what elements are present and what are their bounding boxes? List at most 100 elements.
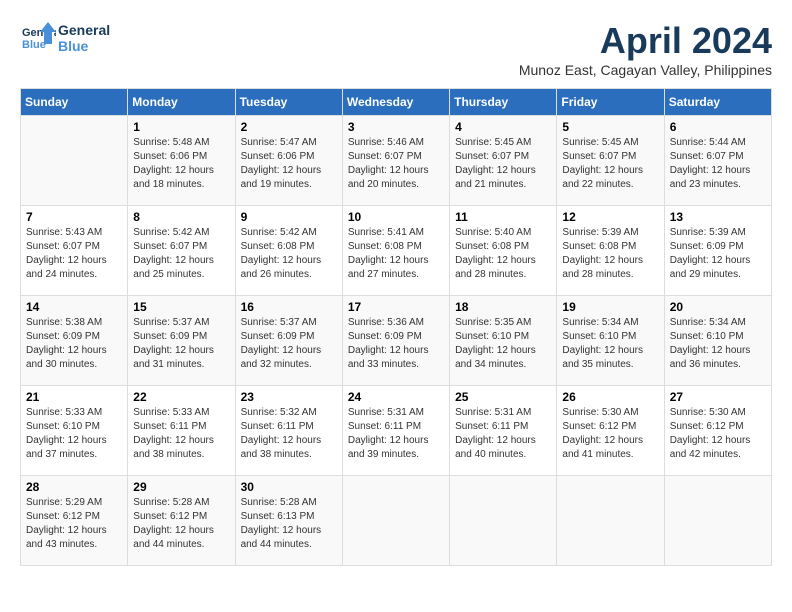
day-info: Sunrise: 5:34 AMSunset: 6:10 PMDaylight:… — [670, 316, 766, 372]
day-info: Sunrise: 5:36 AMSunset: 6:09 PMDaylight:… — [348, 316, 444, 372]
day-info: Sunrise: 5:33 AMSunset: 6:10 PMDaylight:… — [26, 406, 122, 462]
logo-icon: General Blue — [20, 20, 56, 56]
calendar-cell: 22Sunrise: 5:33 AMSunset: 6:11 PMDayligh… — [128, 386, 235, 476]
calendar-cell: 10 Sunrise: 5:41 AMSunset: 6:08 PMDayligh… — [342, 206, 449, 296]
day-info: Sunrise: 5:32 AMSunset: 6:11 PMDaylight:… — [241, 406, 337, 462]
calendar-cell: 30 Sunrise: 5:28 AMSunset: 6:13 PMDayligh… — [235, 476, 342, 566]
day-number: 7 — [26, 210, 122, 224]
calendar-cell: 8 Sunrise: 5:42 AMSunset: 6:07 PMDaylight… — [128, 206, 235, 296]
week-row: 7Sunrise: 5:43 AMSunset: 6:07 PMDaylight… — [21, 206, 772, 296]
day-number: 8 — [133, 210, 229, 224]
day-info: Sunrise: 5:37 AMSunset: 6:09 PMDaylight:… — [241, 316, 337, 372]
day-info: Sunrise: 5:37 AMSunset: 6:09 PMDaylight:… — [133, 316, 229, 372]
calendar-cell: 11Sunrise: 5:40 AMSunset: 6:08 PMDayligh… — [450, 206, 557, 296]
day-info: Sunrise: 5:30 AMSunset: 6:12 PMDaylight:… — [562, 406, 658, 462]
calendar-cell: 16 Sunrise: 5:37 AMSunset: 6:09 PMDayligh… — [235, 296, 342, 386]
calendar-cell: 29 Sunrise: 5:28 AMSunset: 6:12 PMDayligh… — [128, 476, 235, 566]
day-number: 21 — [26, 390, 122, 404]
weekday-header-friday: Friday — [557, 89, 664, 116]
weekday-header-sunday: Sunday — [21, 89, 128, 116]
day-info: Sunrise: 5:28 AMSunset: 6:12 PMDaylight:… — [133, 496, 229, 552]
calendar-cell: 23 Sunrise: 5:32 AMSunset: 6:11 PMDayligh… — [235, 386, 342, 476]
day-info: Sunrise: 5:42 AMSunset: 6:07 PMDaylight:… — [133, 226, 229, 282]
calendar-cell: 28Sunrise: 5:29 AMSunset: 6:12 PMDayligh… — [21, 476, 128, 566]
calendar-cell: 1 Sunrise: 5:48 AMSunset: 6:06 PMDaylight… — [128, 116, 235, 206]
logo-text-general: General — [58, 22, 110, 38]
day-number: 19 — [562, 300, 658, 314]
calendar-cell: 27 Sunrise: 5:30 AMSunset: 6:12 PMDayligh… — [664, 386, 771, 476]
calendar-cell — [664, 476, 771, 566]
day-info: Sunrise: 5:29 AMSunset: 6:12 PMDaylight:… — [26, 496, 122, 552]
calendar-cell: 26 Sunrise: 5:30 AMSunset: 6:12 PMDayligh… — [557, 386, 664, 476]
calendar-cell — [342, 476, 449, 566]
day-number: 13 — [670, 210, 766, 224]
day-info: Sunrise: 5:46 AMSunset: 6:07 PMDaylight:… — [348, 136, 444, 192]
day-number: 16 — [241, 300, 337, 314]
calendar-cell: 20 Sunrise: 5:34 AMSunset: 6:10 PMDayligh… — [664, 296, 771, 386]
calendar-cell: 13 Sunrise: 5:39 AMSunset: 6:09 PMDayligh… — [664, 206, 771, 296]
calendar-cell: 25Sunrise: 5:31 AMSunset: 6:11 PMDayligh… — [450, 386, 557, 476]
day-info: Sunrise: 5:28 AMSunset: 6:13 PMDaylight:… — [241, 496, 337, 552]
week-row: 28Sunrise: 5:29 AMSunset: 6:12 PMDayligh… — [21, 476, 772, 566]
day-number: 27 — [670, 390, 766, 404]
day-number: 14 — [26, 300, 122, 314]
calendar-cell: 9Sunrise: 5:42 AMSunset: 6:08 PMDaylight… — [235, 206, 342, 296]
day-info: Sunrise: 5:34 AMSunset: 6:10 PMDaylight:… — [562, 316, 658, 372]
day-info: Sunrise: 5:39 AMSunset: 6:09 PMDaylight:… — [670, 226, 766, 282]
day-number: 15 — [133, 300, 229, 314]
calendar-cell: 3Sunrise: 5:46 AMSunset: 6:07 PMDaylight… — [342, 116, 449, 206]
week-row: 14 Sunrise: 5:38 AMSunset: 6:09 PMDayligh… — [21, 296, 772, 386]
day-info: Sunrise: 5:45 AMSunset: 6:07 PMDaylight:… — [455, 136, 551, 192]
title-area: April 2024 Munoz East, Cagayan Valley, P… — [519, 20, 772, 78]
weekday-header-thursday: Thursday — [450, 89, 557, 116]
day-number: 29 — [133, 480, 229, 494]
weekday-header-wednesday: Wednesday — [342, 89, 449, 116]
calendar-header-row: SundayMondayTuesdayWednesdayThursdayFrid… — [21, 89, 772, 116]
week-row: 1 Sunrise: 5:48 AMSunset: 6:06 PMDaylight… — [21, 116, 772, 206]
day-number: 25 — [455, 390, 551, 404]
calendar-cell: 5 Sunrise: 5:45 AMSunset: 6:07 PMDaylight… — [557, 116, 664, 206]
day-number: 18 — [455, 300, 551, 314]
day-number: 17 — [348, 300, 444, 314]
calendar-cell: 14 Sunrise: 5:38 AMSunset: 6:09 PMDayligh… — [21, 296, 128, 386]
day-info: Sunrise: 5:40 AMSunset: 6:08 PMDaylight:… — [455, 226, 551, 282]
day-info: Sunrise: 5:30 AMSunset: 6:12 PMDaylight:… — [670, 406, 766, 462]
day-number: 26 — [562, 390, 658, 404]
calendar-cell: 7Sunrise: 5:43 AMSunset: 6:07 PMDaylight… — [21, 206, 128, 296]
calendar-cell — [450, 476, 557, 566]
calendar-cell: 2Sunrise: 5:47 AMSunset: 6:06 PMDaylight… — [235, 116, 342, 206]
day-number: 12 — [562, 210, 658, 224]
day-info: Sunrise: 5:39 AMSunset: 6:08 PMDaylight:… — [562, 226, 658, 282]
logo: General Blue General Blue — [20, 20, 110, 56]
day-number: 6 — [670, 120, 766, 134]
day-info: Sunrise: 5:48 AMSunset: 6:06 PMDaylight:… — [133, 136, 229, 192]
day-info: Sunrise: 5:42 AMSunset: 6:08 PMDaylight:… — [241, 226, 337, 282]
day-number: 20 — [670, 300, 766, 314]
day-info: Sunrise: 5:33 AMSunset: 6:11 PMDaylight:… — [133, 406, 229, 462]
location-title: Munoz East, Cagayan Valley, Philippines — [519, 62, 772, 78]
weekday-header-monday: Monday — [128, 89, 235, 116]
calendar: SundayMondayTuesdayWednesdayThursdayFrid… — [20, 88, 772, 566]
day-number: 2 — [241, 120, 337, 134]
day-number: 4 — [455, 120, 551, 134]
day-number: 24 — [348, 390, 444, 404]
day-info: Sunrise: 5:38 AMSunset: 6:09 PMDaylight:… — [26, 316, 122, 372]
day-number: 23 — [241, 390, 337, 404]
day-info: Sunrise: 5:45 AMSunset: 6:07 PMDaylight:… — [562, 136, 658, 192]
calendar-cell — [557, 476, 664, 566]
day-number: 30 — [241, 480, 337, 494]
calendar-cell: 4 Sunrise: 5:45 AMSunset: 6:07 PMDaylight… — [450, 116, 557, 206]
calendar-cell: 6Sunrise: 5:44 AMSunset: 6:07 PMDaylight… — [664, 116, 771, 206]
day-number: 10 — [348, 210, 444, 224]
weekday-header-saturday: Saturday — [664, 89, 771, 116]
day-number: 1 — [133, 120, 229, 134]
logo-text-blue: Blue — [58, 38, 110, 54]
calendar-cell — [21, 116, 128, 206]
calendar-cell: 24Sunrise: 5:31 AMSunset: 6:11 PMDayligh… — [342, 386, 449, 476]
day-info: Sunrise: 5:41 AMSunset: 6:08 PMDaylight:… — [348, 226, 444, 282]
day-number: 5 — [562, 120, 658, 134]
calendar-cell: 12 Sunrise: 5:39 AMSunset: 6:08 PMDayligh… — [557, 206, 664, 296]
calendar-cell: 15 Sunrise: 5:37 AMSunset: 6:09 PMDayligh… — [128, 296, 235, 386]
week-row: 21 Sunrise: 5:33 AMSunset: 6:10 PMDayligh… — [21, 386, 772, 476]
svg-text:Blue: Blue — [22, 39, 46, 51]
